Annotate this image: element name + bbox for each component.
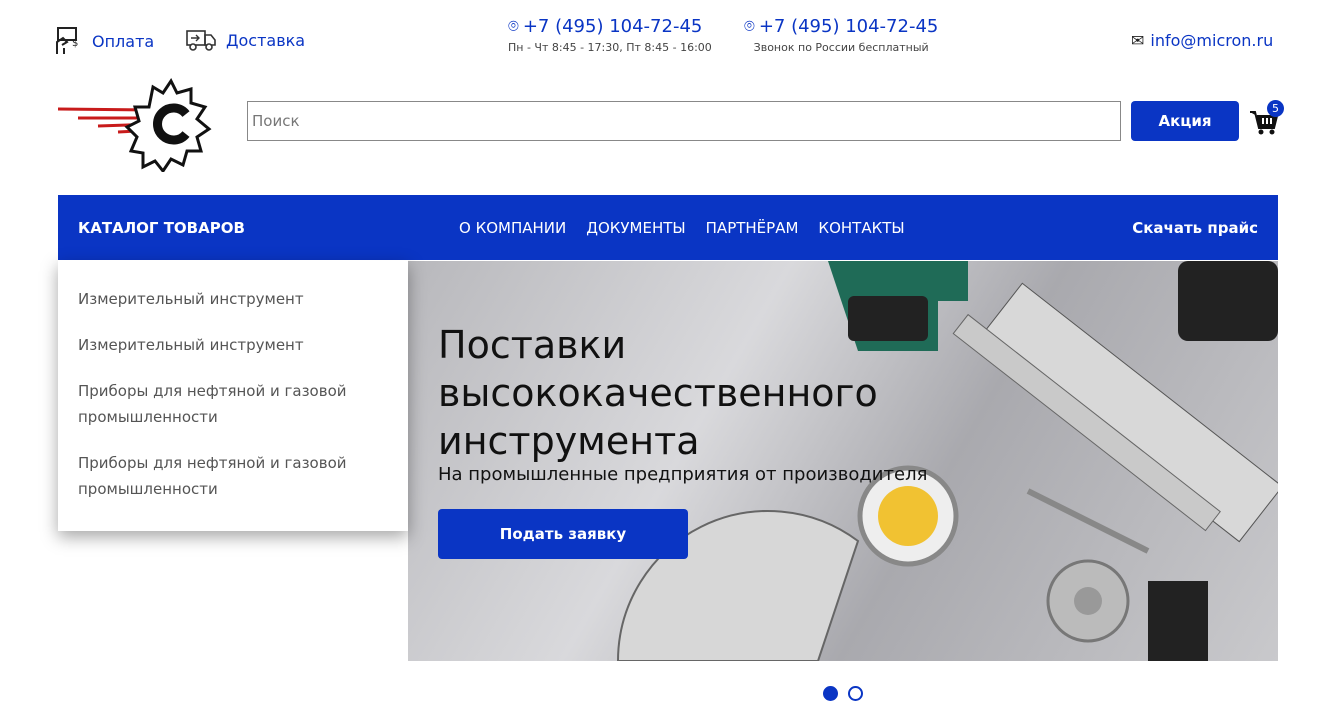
catalog-button[interactable]: КАТАЛОГ ТОВАРОВ [78, 219, 459, 237]
payment-icon: $ [56, 27, 78, 54]
phone-1[interactable]: ⌾ +7 (495) 104-72-45 [508, 16, 712, 37]
email-text: info@micron.ru [1150, 31, 1274, 50]
slider-dot-2[interactable] [848, 686, 863, 701]
promo-button[interactable]: Акция [1131, 101, 1239, 141]
banner-subtitle: На промышленные предприятия от производи… [438, 464, 928, 485]
svg-text:$: $ [72, 38, 78, 49]
nav-documents[interactable]: ДОКУМЕНТЫ [586, 219, 685, 237]
delivery-link[interactable]: Доставка [186, 28, 305, 52]
search-input[interactable] [247, 101, 1121, 141]
location-pin-icon: ⌾ [508, 16, 519, 37]
cart-count-badge: 5 [1267, 100, 1284, 117]
phone-block-2: ⌾ +7 (495) 104-72-45 Звонок по России бес… [744, 16, 938, 54]
cart-button[interactable]: 5 [1249, 100, 1284, 136]
email-link[interactable]: ✉ info@micron.ru [1131, 31, 1273, 50]
nav-contacts[interactable]: КОНТАКТЫ [818, 219, 904, 237]
work-hours: Пн - Чт 8:45 - 17:30, Пт 8:45 - 16:00 [508, 41, 712, 54]
nav-about[interactable]: О КОМПАНИИ [459, 219, 566, 237]
phone-2[interactable]: ⌾ +7 (495) 104-72-45 [744, 16, 938, 37]
payment-label: Оплата [92, 31, 155, 51]
delivery-label: Доставка [226, 30, 306, 50]
catalog-item[interactable]: Измерительный инструмент [78, 286, 388, 312]
truck-icon [186, 30, 216, 51]
catalog-item[interactable]: Приборы для нефтяной и газовой промышлен… [78, 450, 388, 502]
banner-title: Поставки высококачественного инструмента [438, 323, 878, 463]
main-nav: КАТАЛОГ ТОВАРОВ О КОМПАНИИ ДОКУМЕНТЫ ПАР… [58, 195, 1278, 260]
phone-block-1: ⌾ +7 (495) 104-72-45 Пн - Чт 8:45 - 17:30… [508, 16, 712, 54]
payment-link[interactable]: $ Оплата [54, 26, 154, 56]
location-pin-icon: ⌾ [744, 16, 755, 37]
phone-1-text: +7 (495) 104-72-45 [522, 16, 703, 37]
slider-dot-1[interactable] [823, 686, 838, 701]
download-price-link[interactable]: Скачать прайс [1132, 219, 1258, 237]
nav-partners[interactable]: ПАРТНЁРАМ [706, 219, 799, 237]
catalog-dropdown: Измерительный инструмент Измерительный и… [58, 260, 408, 531]
phone-2-text: +7 (495) 104-72-45 [758, 16, 939, 37]
logo [58, 78, 212, 172]
free-call-note: Звонок по России бесплатный [753, 41, 929, 54]
hero-banner: Поставки высококачественного инструмента… [408, 261, 1278, 661]
catalog-item[interactable]: Приборы для нефтяной и газовой промышлен… [78, 378, 388, 430]
submit-request-button[interactable]: Подать заявку [438, 509, 688, 559]
catalog-item[interactable]: Измерительный инструмент [78, 332, 388, 358]
mail-icon: ✉ [1131, 31, 1145, 50]
